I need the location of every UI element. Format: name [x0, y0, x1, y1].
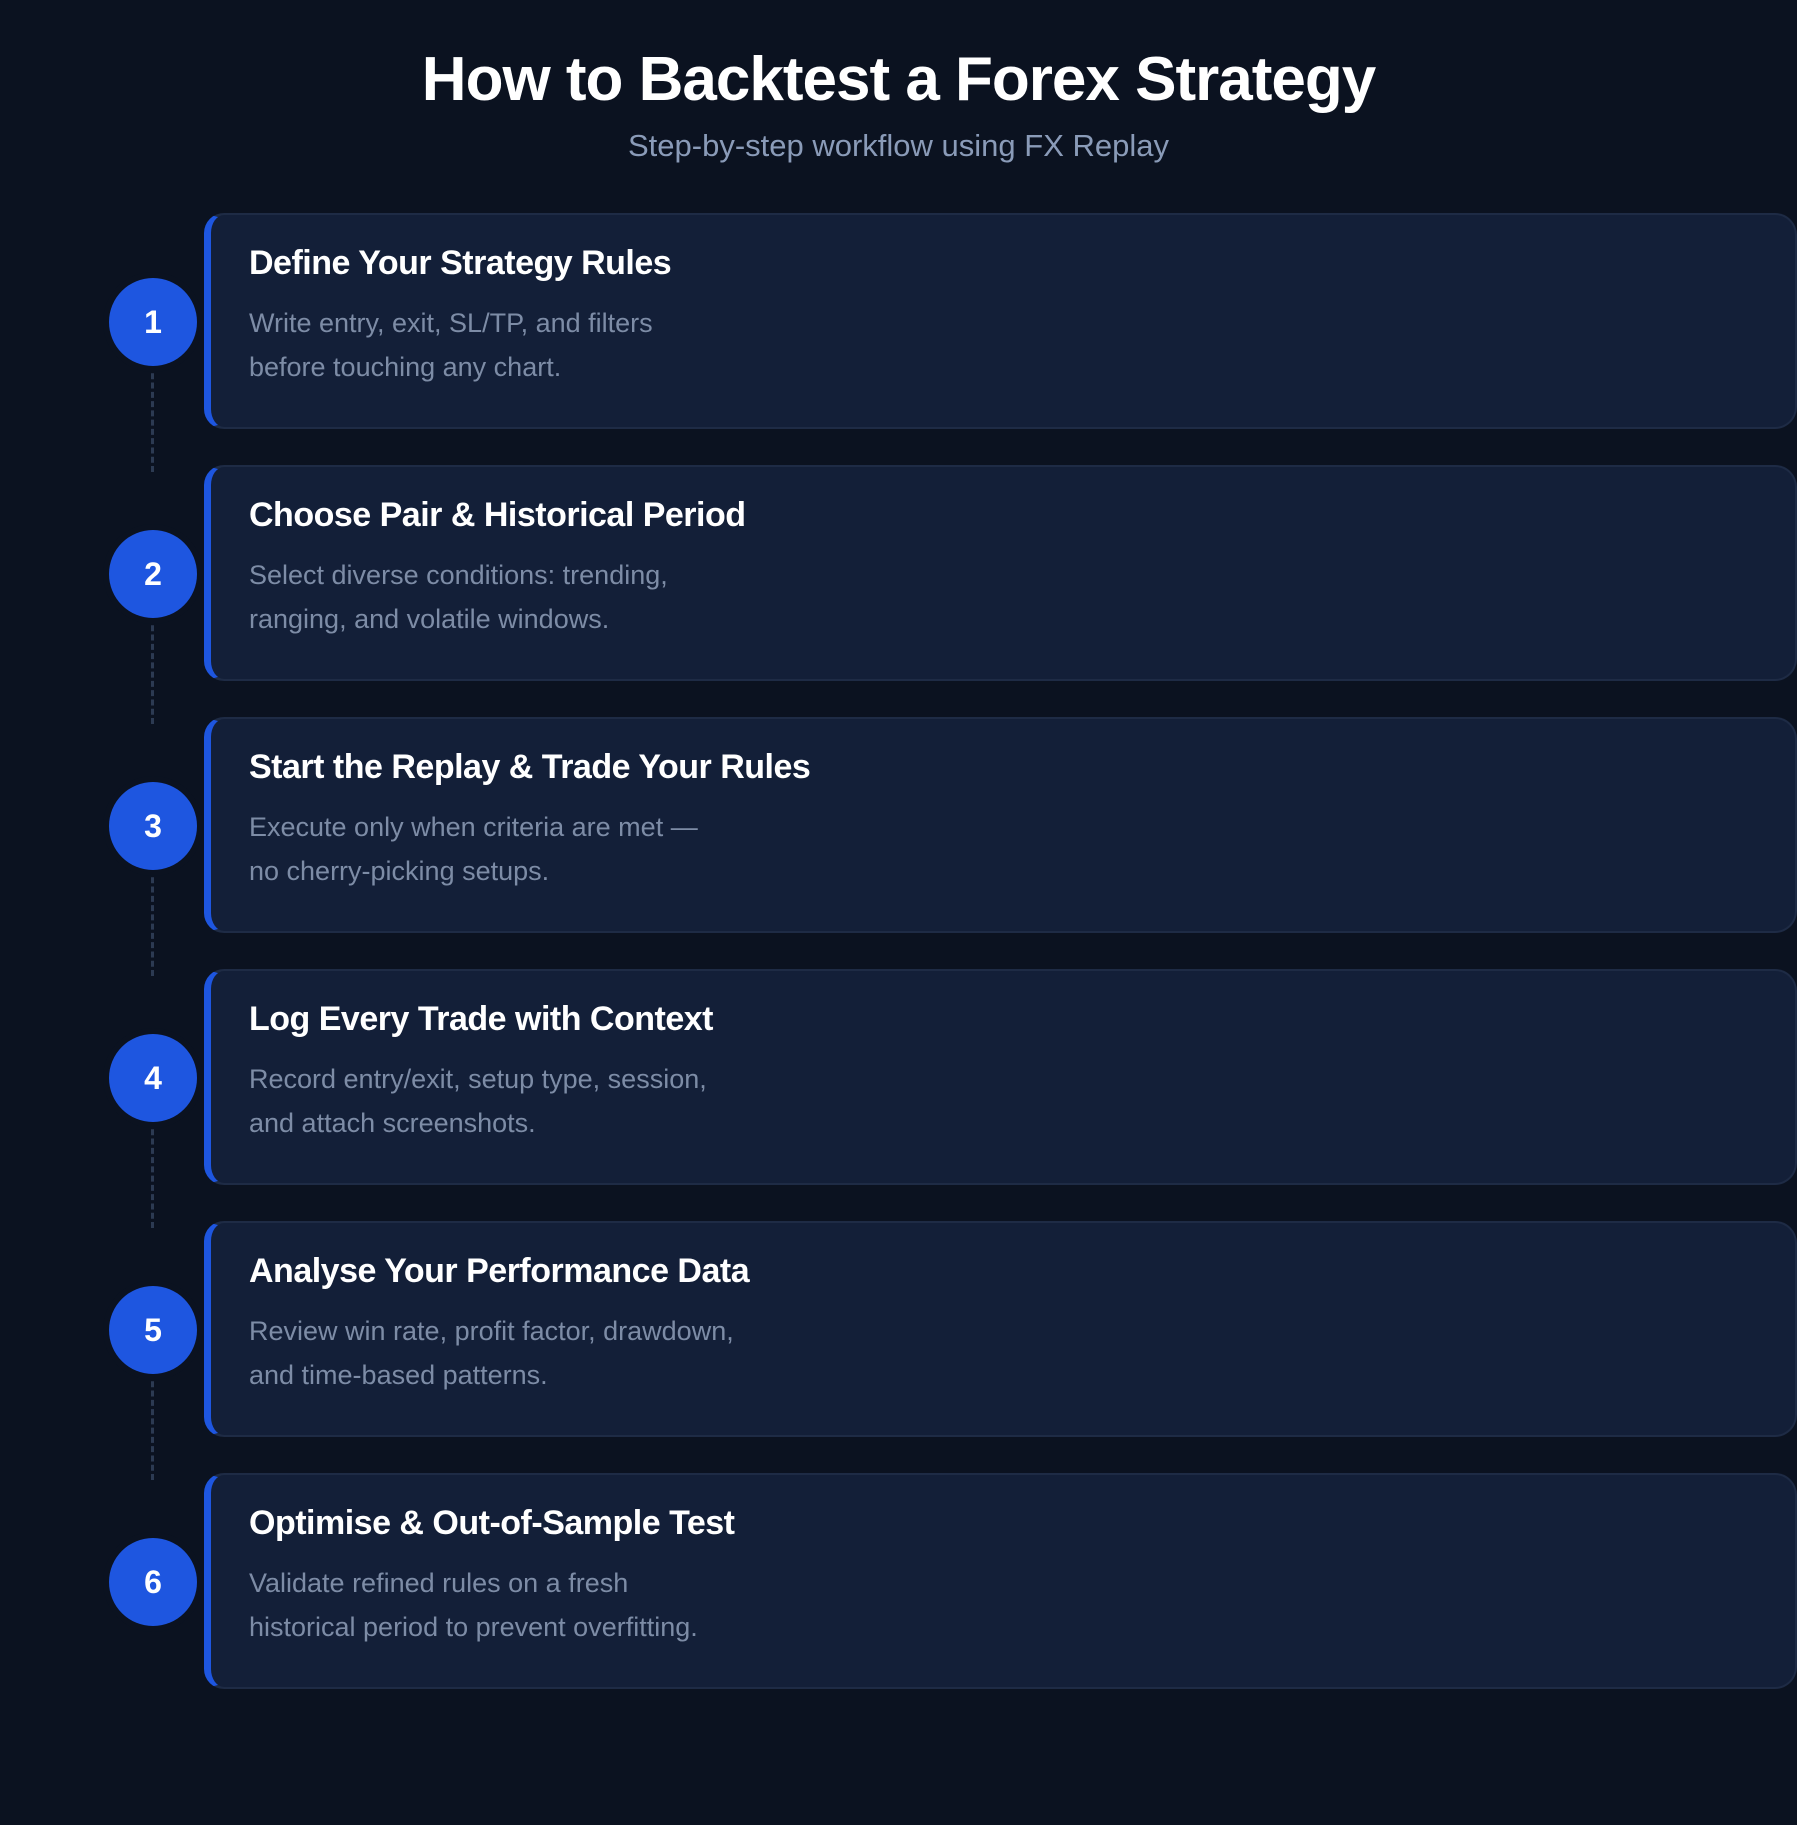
timeline-connector — [151, 364, 154, 472]
step-title: Define Your Strategy Rules — [249, 244, 672, 282]
step-number-badge: 2 — [109, 530, 197, 618]
step-card: Start the Replay & Trade Your Rules Exec… — [204, 717, 1797, 933]
steps-timeline: 1 Define Your Strategy Rules Write entry… — [0, 0, 1797, 1825]
step-title: Analyse Your Performance Data — [249, 1252, 750, 1290]
step-number-badge: 5 — [109, 1286, 197, 1374]
step-card: Define Your Strategy Rules Write entry, … — [204, 213, 1797, 429]
step-card: Log Every Trade with Context Record entr… — [204, 969, 1797, 1185]
step-description: Validate refined rules on a fresh histor… — [249, 1568, 698, 1642]
step-card: Choose Pair & Historical Period Select d… — [204, 465, 1797, 681]
step-title: Choose Pair & Historical Period — [249, 496, 746, 534]
step-description: Execute only when criteria are met — no … — [249, 812, 698, 886]
timeline-connector — [151, 868, 154, 976]
step-description: Record entry/exit, setup type, session, … — [249, 1064, 707, 1138]
step-description: Select diverse conditions: trending, ran… — [249, 560, 668, 634]
step-description: Review win rate, profit factor, drawdown… — [249, 1316, 734, 1390]
timeline-connector — [151, 1372, 154, 1480]
step-number-badge: 3 — [109, 782, 197, 870]
step-card: Analyse Your Performance Data Review win… — [204, 1221, 1797, 1437]
timeline-connector — [151, 616, 154, 724]
step-number-badge: 1 — [109, 278, 197, 366]
step-title: Optimise & Out-of-Sample Test — [249, 1504, 735, 1542]
step-description: Write entry, exit, SL/TP, and filters be… — [249, 308, 653, 382]
step-title: Start the Replay & Trade Your Rules — [249, 748, 811, 786]
step-card: Optimise & Out-of-Sample Test Validate r… — [204, 1473, 1797, 1689]
step-number-badge: 4 — [109, 1034, 197, 1122]
step-number-badge: 6 — [109, 1538, 197, 1626]
timeline-connector — [151, 1120, 154, 1228]
step-title: Log Every Trade with Context — [249, 1000, 713, 1038]
